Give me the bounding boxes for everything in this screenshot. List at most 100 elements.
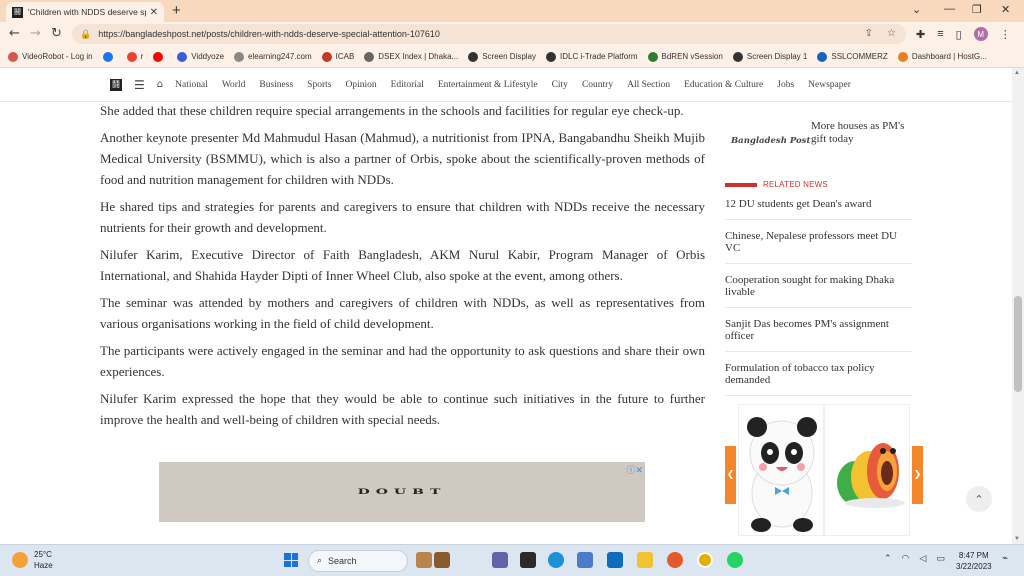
related-news-item[interactable]: Sanjit Das becomes PM's assignment offic… — [725, 308, 912, 352]
system-tray: ⌃ ◠ ◁ ▭ — [884, 554, 945, 564]
bookmark-label: Screen Display 1 — [746, 52, 808, 61]
bookmark-star-icon[interactable]: ☆ — [887, 28, 896, 39]
temperature: 25°C — [34, 550, 52, 559]
related-news-item[interactable]: 12 DU students get Dean's award — [725, 196, 912, 220]
firefox-icon[interactable] — [667, 552, 683, 568]
minimize-button[interactable]: — — [944, 3, 955, 15]
bookmark-item[interactable]: BdREN vSession — [647, 51, 723, 62]
lock-icon[interactable]: 🔒 — [80, 29, 91, 40]
teams-chat-icon[interactable] — [492, 552, 508, 568]
notification-bell-icon[interactable]: ⌁ — [1002, 553, 1008, 564]
nav-link[interactable]: Opinion — [345, 80, 376, 90]
store-app-icon[interactable] — [577, 552, 593, 568]
outlook-icon[interactable] — [607, 552, 623, 568]
bookmark-label: VideoRobot - Log in — [22, 52, 93, 61]
bookmark-item[interactable]: Screen Display — [468, 51, 536, 62]
nav-link[interactable]: Entertainment & Lifestyle — [438, 80, 538, 90]
related-news-item[interactable]: Cooperation sought for making Dhaka liva… — [725, 264, 912, 308]
carousel-prev-button[interactable]: ❮ — [725, 446, 736, 504]
scroll-up-arrow-icon[interactable]: ▲ — [1014, 70, 1020, 76]
bookmark-item[interactable]: Dashboard | HostG... — [897, 51, 987, 62]
nav-link[interactable]: World — [222, 80, 246, 90]
nav-link[interactable]: Newspaper — [808, 80, 851, 90]
task-view-icon[interactable] — [416, 552, 432, 568]
back-button[interactable]: ← — [9, 26, 20, 42]
maximize-button[interactable]: ❐ — [972, 3, 982, 16]
ad-text: DOUBT — [357, 487, 447, 497]
browser-tab[interactable]: 鬪 'Children with NDDS deserve spe ✕ — [6, 2, 164, 22]
bookmark-label: SSLCOMMERZ — [831, 52, 888, 61]
close-tab-icon[interactable]: ✕ — [150, 7, 158, 18]
file-explorer-icon[interactable] — [637, 552, 653, 568]
scroll-to-top-button[interactable]: ⌃ — [966, 486, 992, 512]
bookmark-item[interactable]: r — [126, 51, 143, 62]
weather-widget[interactable]: 25°C Haze — [12, 549, 53, 571]
wifi-icon[interactable]: ◠ — [902, 554, 910, 564]
ad-choices-icon[interactable]: ⓘ✕ — [626, 463, 643, 476]
nav-link[interactable]: National — [175, 80, 208, 90]
bookmark-label: Dashboard | HostG... — [911, 52, 987, 61]
file-explorer-dark-icon[interactable] — [520, 552, 536, 568]
nav-link[interactable]: Business — [259, 80, 293, 90]
bookmark-item[interactable]: Viddyoze — [177, 51, 224, 62]
volume-icon[interactable]: ◁ — [919, 554, 926, 564]
media-queue-icon[interactable]: ≡ — [937, 28, 943, 40]
carousel-next-button[interactable]: ❯ — [912, 446, 923, 504]
nav-link[interactable]: City — [552, 80, 568, 90]
site-logo[interactable]: 鬪 — [110, 78, 122, 91]
nav-link[interactable]: All Section — [627, 80, 670, 90]
address-bar[interactable]: 🔒 https://bangladeshpost.net/posts/child… — [72, 24, 906, 44]
bookmark-item[interactable]: IDLC i-Trade Platform — [546, 51, 638, 62]
nav-link[interactable]: Jobs — [777, 80, 794, 90]
menu-kebab-icon[interactable]: ⋮ — [1000, 28, 1011, 41]
bookmark-favicon-icon — [321, 51, 332, 62]
profile-avatar[interactable]: M — [973, 27, 988, 41]
nav-link[interactable]: Education & Culture — [684, 80, 763, 90]
bookmark-item[interactable]: DSEX Index | Dhaka... — [364, 51, 458, 62]
forward-button[interactable]: → — [30, 26, 41, 42]
bookmark-item[interactable]: elearning247.com — [234, 51, 312, 62]
start-button[interactable] — [284, 553, 298, 567]
new-tab-button[interactable]: + — [172, 2, 181, 20]
share-icon[interactable]: ⇪ — [865, 28, 873, 39]
carousel-card-tunnel[interactable] — [824, 404, 910, 536]
tab-search-chevron-icon[interactable]: ⌄ — [912, 3, 921, 16]
bookmark-item[interactable]: ICAB — [321, 51, 354, 62]
browser-toolbar: ← → ↻ 🔒 https://bangladeshpost.net/posts… — [0, 22, 1024, 46]
bookmark-favicon-icon — [546, 51, 557, 62]
bookmark-item[interactable]: Screen Display 1 — [732, 51, 808, 62]
promo-news-item[interactable]: Bangladesh Post More houses as PM's gift… — [725, 116, 912, 166]
bookmark-item[interactable] — [153, 51, 167, 62]
page-scrollbar[interactable]: ▲ ▼ — [1012, 68, 1024, 544]
extensions-puzzle-icon[interactable]: ✚ — [916, 28, 925, 41]
taskbar-clock[interactable]: 8:47 PM 3/22/2023 — [956, 550, 992, 572]
widgets-icon[interactable] — [434, 552, 450, 568]
advertisement-banner[interactable]: DOUBT ⓘ✕ — [159, 462, 645, 522]
carousel-card-panda[interactable] — [738, 404, 824, 536]
bookmark-item[interactable]: SSLCOMMERZ — [817, 51, 888, 62]
related-news-item[interactable]: Formulation of tobacco tax policy demand… — [725, 352, 912, 396]
promo-title[interactable]: More houses as PM's gift today — [811, 120, 915, 146]
show-hidden-icons-chevron-icon[interactable]: ⌃ — [884, 554, 892, 564]
scroll-down-arrow-icon[interactable]: ▼ — [1014, 536, 1020, 542]
edge-browser-icon[interactable] — [548, 552, 564, 568]
nav-link[interactable]: Country — [582, 80, 613, 90]
battery-icon[interactable]: ▭ — [936, 554, 945, 564]
bookmark-item[interactable]: VideoRobot - Log in — [8, 51, 93, 62]
taskbar-search[interactable]: ⌕ Search — [308, 550, 408, 572]
whatsapp-icon[interactable] — [727, 552, 743, 568]
hamburger-menu-icon[interactable]: ☰ — [134, 78, 145, 92]
scrollbar-thumb[interactable] — [1014, 296, 1022, 392]
article-body: She added that these children require sp… — [100, 102, 705, 436]
chrome-icon[interactable] — [697, 552, 713, 568]
nav-link[interactable]: Sports — [307, 80, 331, 90]
article-paragraph: The seminar was attended by mothers and … — [100, 295, 705, 331]
close-window-button[interactable]: ✕ — [1001, 3, 1010, 16]
home-icon[interactable]: ⌂ — [157, 79, 163, 90]
side-panel-icon[interactable]: ▯ — [956, 28, 962, 41]
related-news-item[interactable]: Chinese, Nepalese professors meet DU VC — [725, 220, 912, 264]
nav-link[interactable]: Editorial — [391, 80, 424, 90]
reload-button[interactable]: ↻ — [51, 26, 62, 42]
bookmark-favicon-icon — [897, 51, 908, 62]
bookmark-item[interactable] — [102, 51, 117, 62]
